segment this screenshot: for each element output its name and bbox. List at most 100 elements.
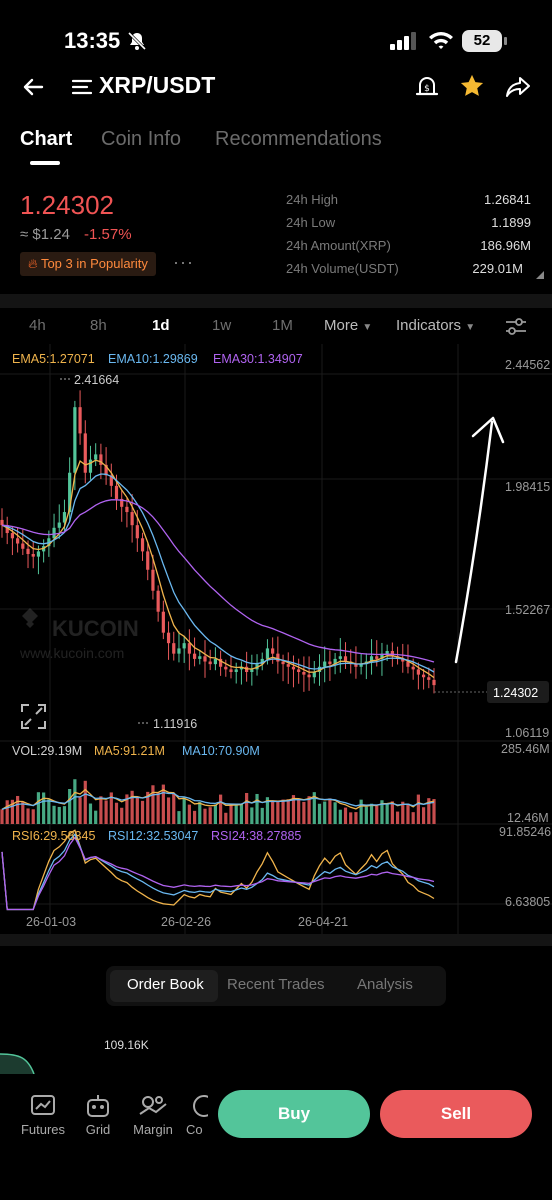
timeframe-8h[interactable]: 8h [90,317,107,334]
volume-bar [62,806,67,824]
volume-bar [177,811,181,824]
legend-vol: VOL:29.19M [12,744,82,758]
volume-bar [213,804,217,824]
candle-body [88,459,93,473]
candle-body [229,669,233,673]
nav-copy-label: Co [186,1122,203,1137]
candle-body [94,454,98,460]
caret-down-icon: ▼ [465,322,476,333]
price-tick-2: 1.98415 [505,480,550,494]
candle-body [208,661,212,665]
watermark-brand: KUCOIN [52,616,139,641]
volume-bar [219,794,223,824]
buy-button[interactable]: Buy [218,1090,370,1138]
candle-body [338,656,342,659]
candle-body [21,543,25,549]
kucoin-logo-icon [22,608,38,628]
stat-value-amount: 186.96M [480,238,531,253]
tab-recent-trades[interactable]: Recent Trades [227,976,325,993]
popularity-badge[interactable]: 🔥︎ Top 3 in Popularity [20,252,156,276]
rsi12-line [1,833,435,911]
volume-bar [135,796,139,824]
legend-rsi6: RSI6:29.58345 [12,829,95,843]
candle-body [286,664,290,667]
tab-analysis[interactable]: Analysis [357,976,413,993]
usd-price: ≈ $1.24 [20,226,70,243]
volume-bar [0,809,4,824]
share-icon[interactable] [505,74,533,105]
nav-grid-label: Grid [85,1122,111,1137]
timeframe-4h[interactable]: 4h [29,317,46,334]
candle-body [427,677,431,680]
candle-body [192,653,197,659]
volume-ma-lines [1,788,435,810]
timeframe-1w[interactable]: 1w [212,317,231,334]
legend-vol-ma5: MA5:91.21M [94,744,165,758]
candle-body [140,538,145,552]
candle-body [83,433,87,473]
volume-bar [73,779,77,824]
volume-bar [57,806,61,824]
candle-body [302,672,306,675]
tab-chart[interactable]: Chart [20,128,72,151]
back-arrow-icon[interactable] [20,74,46,105]
ema10-line [1,473,435,673]
sell-button[interactable]: Sell [380,1090,532,1138]
tab-order-book[interactable]: Order Book [127,976,204,993]
volume-bar [52,805,56,824]
expand-corner-icon[interactable] [536,266,544,284]
tab-recommendations[interactable]: Recommendations [215,128,382,151]
indicators-dropdown[interactable]: Indicators ▼ [396,317,475,334]
volume-bar [5,800,9,824]
tab-coin-info[interactable]: Coin Info [101,128,181,151]
nav-grid[interactable]: Grid [68,1094,128,1137]
candle-body [10,533,15,539]
candle-body [203,656,207,662]
volume-bar [166,797,171,824]
volume-bar [208,807,212,824]
price-change: -1.57% [84,226,132,243]
menu-icon[interactable] [71,78,93,101]
candle-body [57,522,61,528]
timeframe-more-dropdown[interactable]: More ▼ [324,317,372,334]
volume-bar [271,800,275,824]
volume-bar [375,805,379,824]
timeframe-more-label: More [324,317,359,334]
candle-body [0,519,4,526]
volume-bar [297,798,301,824]
volume-bar [203,808,207,824]
rsi24-line [1,836,435,911]
pair-title[interactable]: XRP/USDT [99,72,215,99]
nav-copy[interactable]: Co [178,1094,208,1137]
legend-ema10: EMA10:1.29869 [108,352,198,366]
favorite-star-icon[interactable] [458,72,486,105]
volume-bar [281,799,285,824]
nav-margin[interactable]: Margin [123,1094,183,1137]
price-alert-icon[interactable]: $ [414,74,440,105]
price-tick-4: 1.06119 [505,726,549,740]
volume-bar [333,802,337,824]
volume-bar [416,794,420,824]
legend-ema5: EMA5:1.27071 [12,352,95,366]
volume-bar [94,810,98,824]
volume-bar [302,801,306,824]
volume-bar [21,801,25,824]
volume-bar [395,811,400,824]
candle-body [421,674,426,678]
volume-bar [198,802,202,824]
volume-bar [234,804,238,824]
candle-body [234,669,238,673]
candle-body [31,554,35,557]
candle-body [73,407,77,473]
svg-text:$: $ [424,84,430,94]
timeframe-1d[interactable]: 1d [152,317,170,334]
candlestick-chart[interactable]: KUCOIN www.kucoin.com EMA5:1.27071 EMA10… [0,344,552,934]
timeframe-1m[interactable]: 1M [272,317,293,334]
nav-futures[interactable]: Futures [13,1094,73,1137]
volume-bar [182,797,186,824]
battery-tip [504,37,507,45]
legend-rsi24: RSI24:38.27885 [211,829,301,843]
legend-rsi12: RSI12:32.53047 [108,829,198,843]
chart-settings-icon[interactable] [504,316,528,343]
more-options-icon[interactable]: ··· [173,252,194,273]
